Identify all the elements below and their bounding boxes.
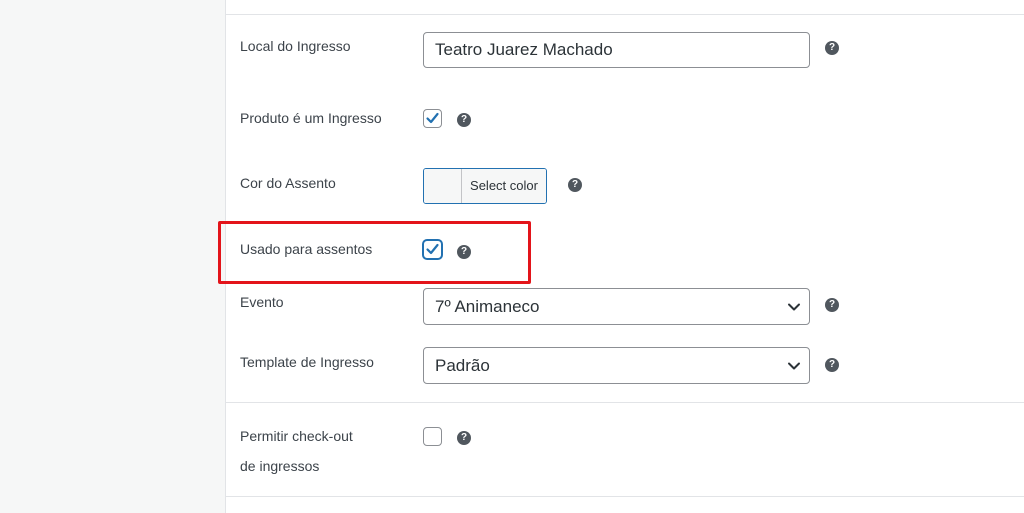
left-sidebar-area [0, 0, 226, 513]
template-selected-value: Padrão [435, 356, 490, 375]
evento-label: Evento [240, 294, 284, 310]
bottom-divider [226, 496, 1024, 497]
color-picker-button[interactable]: Select color [423, 168, 547, 204]
color-swatch[interactable] [424, 169, 462, 203]
help-icon[interactable]: ? [825, 358, 839, 372]
evento-select[interactable]: 7º Animaneco [423, 288, 810, 325]
chevron-down-icon [788, 303, 800, 311]
local-ingresso-input[interactable]: Teatro Juarez Machado [423, 32, 810, 68]
permitir-checkout-label-line1: Permitir check-out [240, 428, 353, 444]
chevron-down-icon [788, 362, 800, 370]
produto-ingresso-checkbox[interactable] [423, 109, 442, 128]
help-icon[interactable]: ? [457, 431, 471, 445]
help-icon[interactable]: ? [825, 298, 839, 312]
produto-ingresso-label: Produto é um Ingresso [240, 110, 382, 126]
section-divider [226, 402, 1024, 403]
checkmark-icon [426, 112, 439, 124]
top-divider [226, 14, 1024, 15]
template-ingresso-select[interactable]: Padrão [423, 347, 810, 384]
template-ingresso-label: Template de Ingresso [240, 354, 374, 370]
evento-selected-value: 7º Animaneco [435, 297, 540, 316]
help-icon[interactable]: ? [457, 113, 471, 127]
help-icon[interactable]: ? [825, 41, 839, 55]
cor-assento-label: Cor do Assento [240, 175, 336, 191]
highlight-annotation-box [218, 221, 531, 284]
permitir-checkout-checkbox[interactable] [423, 427, 442, 446]
local-ingresso-label: Local do Ingresso [240, 38, 351, 54]
permitir-checkout-label-line2: de ingressos [240, 458, 320, 474]
select-color-label: Select color [462, 169, 546, 203]
help-icon[interactable]: ? [568, 178, 582, 192]
